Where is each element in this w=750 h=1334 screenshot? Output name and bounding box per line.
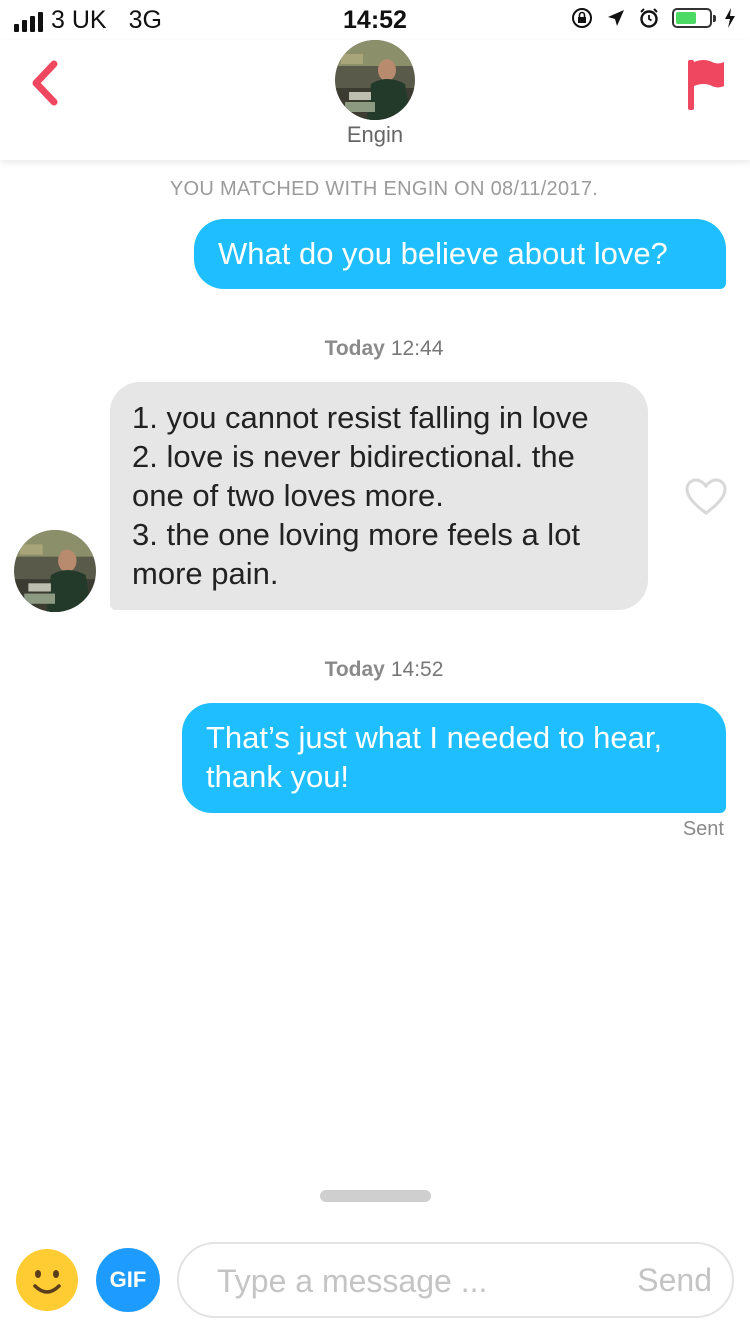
heart-outline-icon [685,478,727,515]
message-timestamp: Today 12:44 [0,337,750,361]
charging-bolt-icon [725,8,735,28]
message-line: more pain. [132,556,279,591]
smiley-icon [16,1249,78,1311]
message-line: 3. the one loving more feels a lot [132,517,581,552]
delivery-status: Sent [682,818,724,840]
message-text: What do you believe about love? [218,236,668,271]
alarm-icon [640,8,658,28]
battery-icon [672,8,716,28]
timestamp-day: Today [324,337,385,360]
timestamp-day: Today [324,658,385,681]
message-bubble-received[interactable]: 1. you cannot resist falling in love 2. … [110,382,648,610]
like-message-button[interactable] [685,478,727,516]
flag-icon [688,60,724,110]
orientation-lock-icon [572,8,592,28]
back-button[interactable] [22,58,72,108]
timestamp-time: 12:44 [390,337,444,360]
sender-avatar[interactable] [14,530,96,612]
message-line: thank you! [206,759,350,794]
gif-label: GIF [109,1267,147,1292]
message-line: 1. you cannot resist falling in love [132,400,589,435]
sender-photo [14,530,96,612]
contact-photo [335,40,415,120]
message-line: 2. love is never bidirectional. the [132,439,575,474]
message-timestamp: Today 14:52 [0,658,750,682]
message-input[interactable] [215,1256,599,1306]
chat-header: Engin [0,40,750,160]
scroll-handle[interactable] [320,1190,431,1202]
message-line: one of two loves more. [132,478,444,513]
timestamp-time: 14:52 [390,658,444,681]
status-bar: 3 UK 3G 14:52 [0,0,750,40]
message-bubble-sent[interactable]: What do you believe about love? [194,219,726,289]
message-bubble-sent[interactable]: That’s just what I needed to hear, thank… [182,703,726,813]
contact-name: Engin [346,122,404,147]
message-composer: Send [177,1242,734,1318]
emoji-button[interactable] [15,1248,79,1312]
status-right [570,6,736,30]
report-button[interactable] [686,56,726,112]
location-arrow-icon [608,10,624,26]
message-line: That’s just what I needed to hear, [206,720,663,755]
match-note: YOU MATCHED WITH ENGIN ON 08/11/2017. [169,178,599,200]
contact-avatar[interactable] [335,40,415,120]
send-button[interactable]: Send [637,1262,712,1299]
chevron-left-icon [32,60,58,106]
gif-button[interactable]: GIF [96,1248,160,1312]
